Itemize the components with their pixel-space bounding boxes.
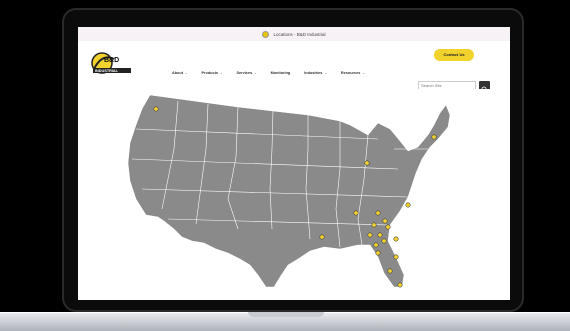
location-marker[interactable] xyxy=(371,222,377,228)
chevron-down-icon: ⌄ xyxy=(219,71,223,75)
nav-item-about[interactable]: About ⌄ xyxy=(172,71,187,75)
location-marker[interactable] xyxy=(397,282,403,288)
nav-item-industries[interactable]: Industries ⌄ xyxy=(304,71,327,75)
location-marker[interactable] xyxy=(319,234,325,240)
favicon-icon xyxy=(262,30,270,38)
nav-item-monitoring[interactable]: Monitoring xyxy=(271,71,291,75)
tab-title[interactable]: Locations - B&D Industrial xyxy=(273,32,325,37)
location-marker[interactable] xyxy=(387,268,393,274)
location-marker[interactable] xyxy=(153,106,159,112)
chevron-down-icon: ⌄ xyxy=(362,71,365,75)
location-marker[interactable] xyxy=(377,232,383,238)
nav-item-resources[interactable]: Resources ⌄ xyxy=(341,71,365,75)
locations-map xyxy=(78,89,510,300)
logo-text-top: B&D xyxy=(104,57,119,64)
laptop-notch xyxy=(248,312,324,317)
location-marker[interactable] xyxy=(382,218,388,224)
location-marker[interactable] xyxy=(375,210,381,216)
location-marker[interactable] xyxy=(431,134,437,140)
nav-item-services[interactable]: Services ⌄ xyxy=(236,71,256,75)
location-marker[interactable] xyxy=(373,242,379,248)
nav-item-products[interactable]: Products ⌄ xyxy=(201,71,222,75)
us-map xyxy=(127,94,451,288)
logo-text-bottom: INDUSTRIAL xyxy=(95,69,119,73)
location-marker[interactable] xyxy=(385,224,391,230)
contact-us-button[interactable]: Contact Us xyxy=(434,49,474,61)
location-marker[interactable] xyxy=(364,160,370,166)
company-logo[interactable]: B&D INDUSTRIAL xyxy=(90,49,132,79)
browser-tab-bar: Locations - B&D Industrial xyxy=(78,27,510,42)
chevron-down-icon: ⌄ xyxy=(324,71,327,75)
browser-screen: Locations - B&D Industrial B&D INDUSTRIA… xyxy=(78,27,510,300)
chevron-down-icon: ⌄ xyxy=(254,71,257,75)
location-marker[interactable] xyxy=(367,232,373,238)
location-marker[interactable] xyxy=(381,238,387,244)
chevron-down-icon: ⌄ xyxy=(184,71,188,75)
location-marker[interactable] xyxy=(405,202,411,208)
location-marker[interactable] xyxy=(353,210,359,216)
location-marker[interactable] xyxy=(393,236,399,242)
location-marker[interactable] xyxy=(375,250,381,256)
site-header: B&D INDUSTRIAL About ⌄ Products ⌄ Services… xyxy=(78,41,510,93)
location-marker[interactable] xyxy=(393,254,399,260)
main-nav: About ⌄ Products ⌄ Services ⌄ Monitoring In… xyxy=(172,71,379,75)
